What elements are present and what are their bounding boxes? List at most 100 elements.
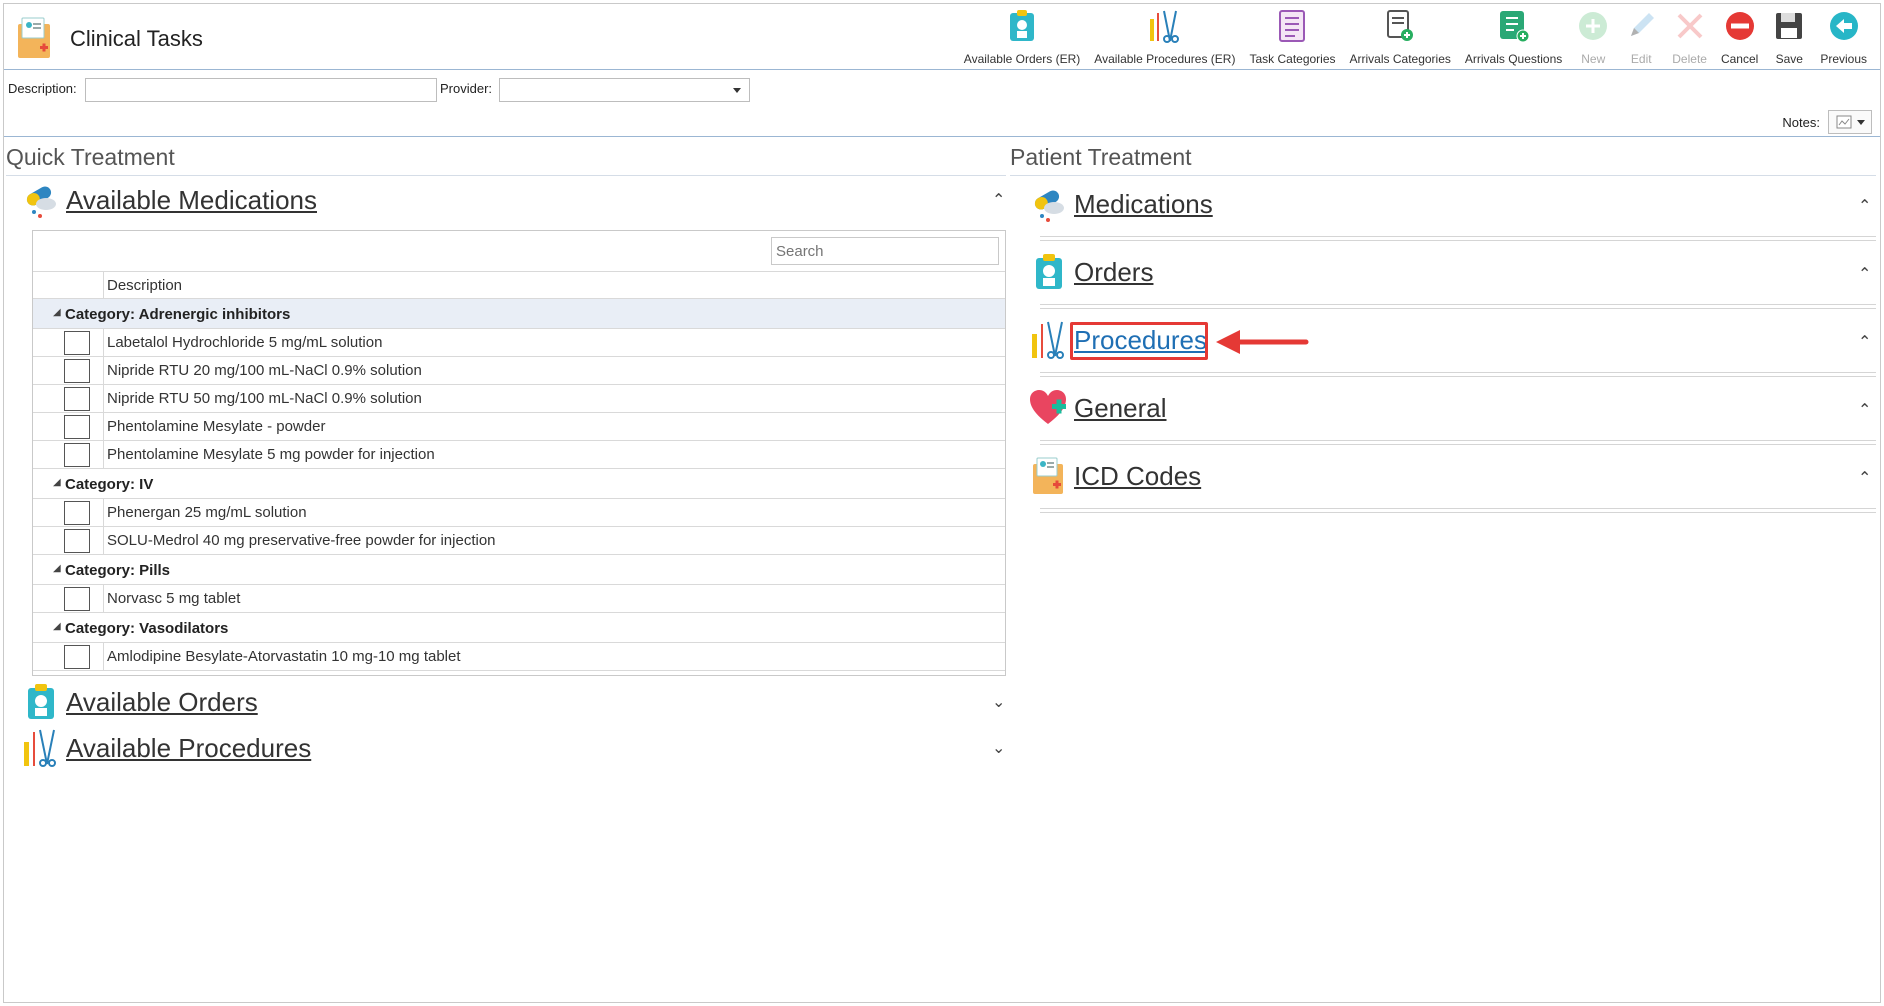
table-row[interactable]: Phentolamine Mesylate - powder bbox=[33, 413, 1005, 441]
surgical-tools-icon bbox=[1148, 8, 1182, 44]
general-link[interactable]: General bbox=[1074, 393, 1167, 424]
medications-header[interactable]: Medications bbox=[1028, 184, 1213, 224]
floppy-disk-icon bbox=[1772, 8, 1806, 44]
row-checkbox[interactable] bbox=[64, 501, 90, 525]
available-procedures-link[interactable]: Available Procedures bbox=[66, 733, 311, 764]
available-medications-link[interactable]: Available Medications bbox=[66, 185, 317, 216]
icd-codes-header[interactable]: ICD Codes bbox=[1028, 456, 1201, 496]
save-button[interactable]: Save bbox=[1765, 8, 1813, 68]
section-divider bbox=[1040, 236, 1876, 241]
expand-chevron-icon[interactable]: ⌄ bbox=[992, 738, 1005, 758]
column-header-description[interactable]: Description bbox=[107, 277, 182, 294]
icd-codes-link[interactable]: ICD Codes bbox=[1074, 461, 1201, 492]
arrow-left-circle-icon bbox=[1827, 8, 1861, 44]
notes-label: Notes: bbox=[1782, 114, 1820, 130]
task-list-icon bbox=[1275, 8, 1309, 44]
chevron-down-icon bbox=[733, 88, 741, 93]
row-checkbox[interactable] bbox=[64, 529, 90, 553]
collapse-chevron-icon[interactable]: ⌃ bbox=[992, 190, 1005, 210]
highlight-box bbox=[1070, 322, 1208, 360]
collapse-chevron-icon[interactable]: ⌃ bbox=[1858, 400, 1871, 420]
patient-treatment-divider bbox=[1010, 175, 1876, 176]
notes-icon bbox=[1836, 115, 1851, 129]
pills-icon bbox=[20, 180, 62, 220]
expand-triangle-icon[interactable]: ◢ bbox=[53, 563, 61, 574]
row-checkbox[interactable] bbox=[64, 331, 90, 355]
app-window: Clinical Tasks Available Orders (ER) Ava… bbox=[3, 3, 1881, 1003]
general-header[interactable]: General bbox=[1028, 388, 1167, 428]
provider-select[interactable] bbox=[499, 78, 750, 102]
heart-plus-icon bbox=[1028, 388, 1070, 428]
search-input[interactable] bbox=[771, 237, 999, 265]
expand-triangle-icon[interactable]: ◢ bbox=[53, 307, 61, 318]
arrivals-questions-button[interactable]: Arrivals Questions bbox=[1458, 8, 1569, 68]
cancel-button[interactable]: Cancel bbox=[1714, 8, 1765, 68]
collapse-chevron-icon[interactable]: ⌃ bbox=[1858, 264, 1871, 284]
x-icon bbox=[1673, 8, 1707, 44]
expand-chevron-icon[interactable]: ⌄ bbox=[992, 692, 1005, 712]
grid-header: Description bbox=[33, 271, 1005, 299]
collapse-chevron-icon[interactable]: ⌃ bbox=[1858, 196, 1871, 216]
medications-link[interactable]: Medications bbox=[1074, 189, 1213, 220]
table-row[interactable]: Amlodipine Besylate-Atorvastatin 10 mg-1… bbox=[33, 643, 1005, 671]
description-label: Description: bbox=[8, 81, 77, 96]
available-orders-header[interactable]: Available Orders bbox=[20, 682, 258, 722]
row-checkbox[interactable] bbox=[64, 387, 90, 411]
available-orders-link[interactable]: Available Orders bbox=[66, 687, 258, 718]
table-row[interactable]: Phentolamine Mesylate 5 mg powder for in… bbox=[33, 441, 1005, 469]
chevron-down-icon bbox=[1856, 119, 1865, 125]
available-medications-header[interactable]: Available Medications bbox=[20, 180, 317, 220]
category-row[interactable]: ◢ Category: Pills bbox=[33, 555, 1005, 585]
surgical-tools-icon bbox=[20, 728, 62, 768]
new-button[interactable]: New bbox=[1569, 8, 1617, 68]
medical-folder-icon bbox=[16, 16, 56, 60]
header-divider bbox=[4, 136, 1880, 137]
row-checkbox[interactable] bbox=[64, 443, 90, 467]
table-row[interactable]: SOLU-Medrol 40 mg preservative-free powd… bbox=[33, 527, 1005, 555]
available-procedures-header[interactable]: Available Procedures bbox=[20, 728, 311, 768]
orders-link[interactable]: Orders bbox=[1074, 257, 1153, 288]
table-row[interactable]: Norvasc 5 mg tablet bbox=[33, 585, 1005, 613]
provider-label: Provider: bbox=[440, 81, 493, 96]
row-checkbox[interactable] bbox=[64, 415, 90, 439]
table-row[interactable]: Nipride RTU 20 mg/100 mL-NaCl 0.9% solut… bbox=[33, 357, 1005, 385]
section-divider bbox=[1040, 372, 1876, 377]
grid-body: ◢ Category: Adrenergic inhibitors Labeta… bbox=[33, 299, 1005, 671]
description-input[interactable] bbox=[85, 78, 437, 102]
medical-folder-icon bbox=[1028, 456, 1070, 496]
medications-grid: Description ◢ Category: Adrenergic inhib… bbox=[32, 230, 1006, 676]
no-entry-icon bbox=[1723, 8, 1757, 44]
collapse-chevron-icon[interactable]: ⌃ bbox=[1858, 468, 1871, 488]
row-checkbox[interactable] bbox=[64, 645, 90, 669]
delete-button[interactable]: Delete bbox=[1665, 8, 1714, 68]
expand-triangle-icon[interactable]: ◢ bbox=[53, 477, 61, 488]
expand-triangle-icon[interactable]: ◢ bbox=[53, 621, 61, 632]
orders-header[interactable]: Orders bbox=[1028, 252, 1153, 292]
clipboard-doctor-icon bbox=[20, 682, 62, 722]
quick-treatment-divider bbox=[6, 175, 1006, 176]
table-row[interactable]: Labetalol Hydrochloride 5 mg/mL solution bbox=[33, 329, 1005, 357]
section-divider bbox=[1040, 440, 1876, 445]
task-categories-button[interactable]: Task Categories bbox=[1242, 8, 1342, 68]
patient-treatment-title: Patient Treatment bbox=[1010, 144, 1192, 170]
previous-button[interactable]: Previous bbox=[1813, 8, 1874, 68]
available-orders-er-button[interactable]: Available Orders (ER) bbox=[957, 8, 1087, 68]
category-row[interactable]: ◢ Category: IV bbox=[33, 469, 1005, 499]
plus-circle-icon bbox=[1576, 8, 1610, 44]
pencil-icon bbox=[1624, 8, 1658, 44]
category-row[interactable]: ◢ Category: Vasodilators bbox=[33, 613, 1005, 643]
row-checkbox[interactable] bbox=[64, 359, 90, 383]
edit-button[interactable]: Edit bbox=[1617, 8, 1665, 68]
row-checkbox[interactable] bbox=[64, 587, 90, 611]
notes-dropdown[interactable] bbox=[1828, 110, 1872, 134]
category-row[interactable]: ◢ Category: Adrenergic inhibitors bbox=[33, 299, 1005, 329]
notes-row: Notes: bbox=[1782, 110, 1872, 134]
available-procedures-er-button[interactable]: Available Procedures (ER) bbox=[1087, 8, 1242, 68]
header-bar: Clinical Tasks Available Orders (ER) Ava… bbox=[4, 4, 1880, 70]
clipboard-doctor-icon bbox=[1028, 252, 1070, 292]
arrivals-categories-button[interactable]: Arrivals Categories bbox=[1343, 8, 1458, 68]
collapse-chevron-icon[interactable]: ⌃ bbox=[1858, 332, 1871, 352]
table-row[interactable]: Phenergan 25 mg/mL solution bbox=[33, 499, 1005, 527]
table-row[interactable]: Nipride RTU 50 mg/100 mL-NaCl 0.9% solut… bbox=[33, 385, 1005, 413]
section-divider bbox=[1040, 508, 1876, 513]
